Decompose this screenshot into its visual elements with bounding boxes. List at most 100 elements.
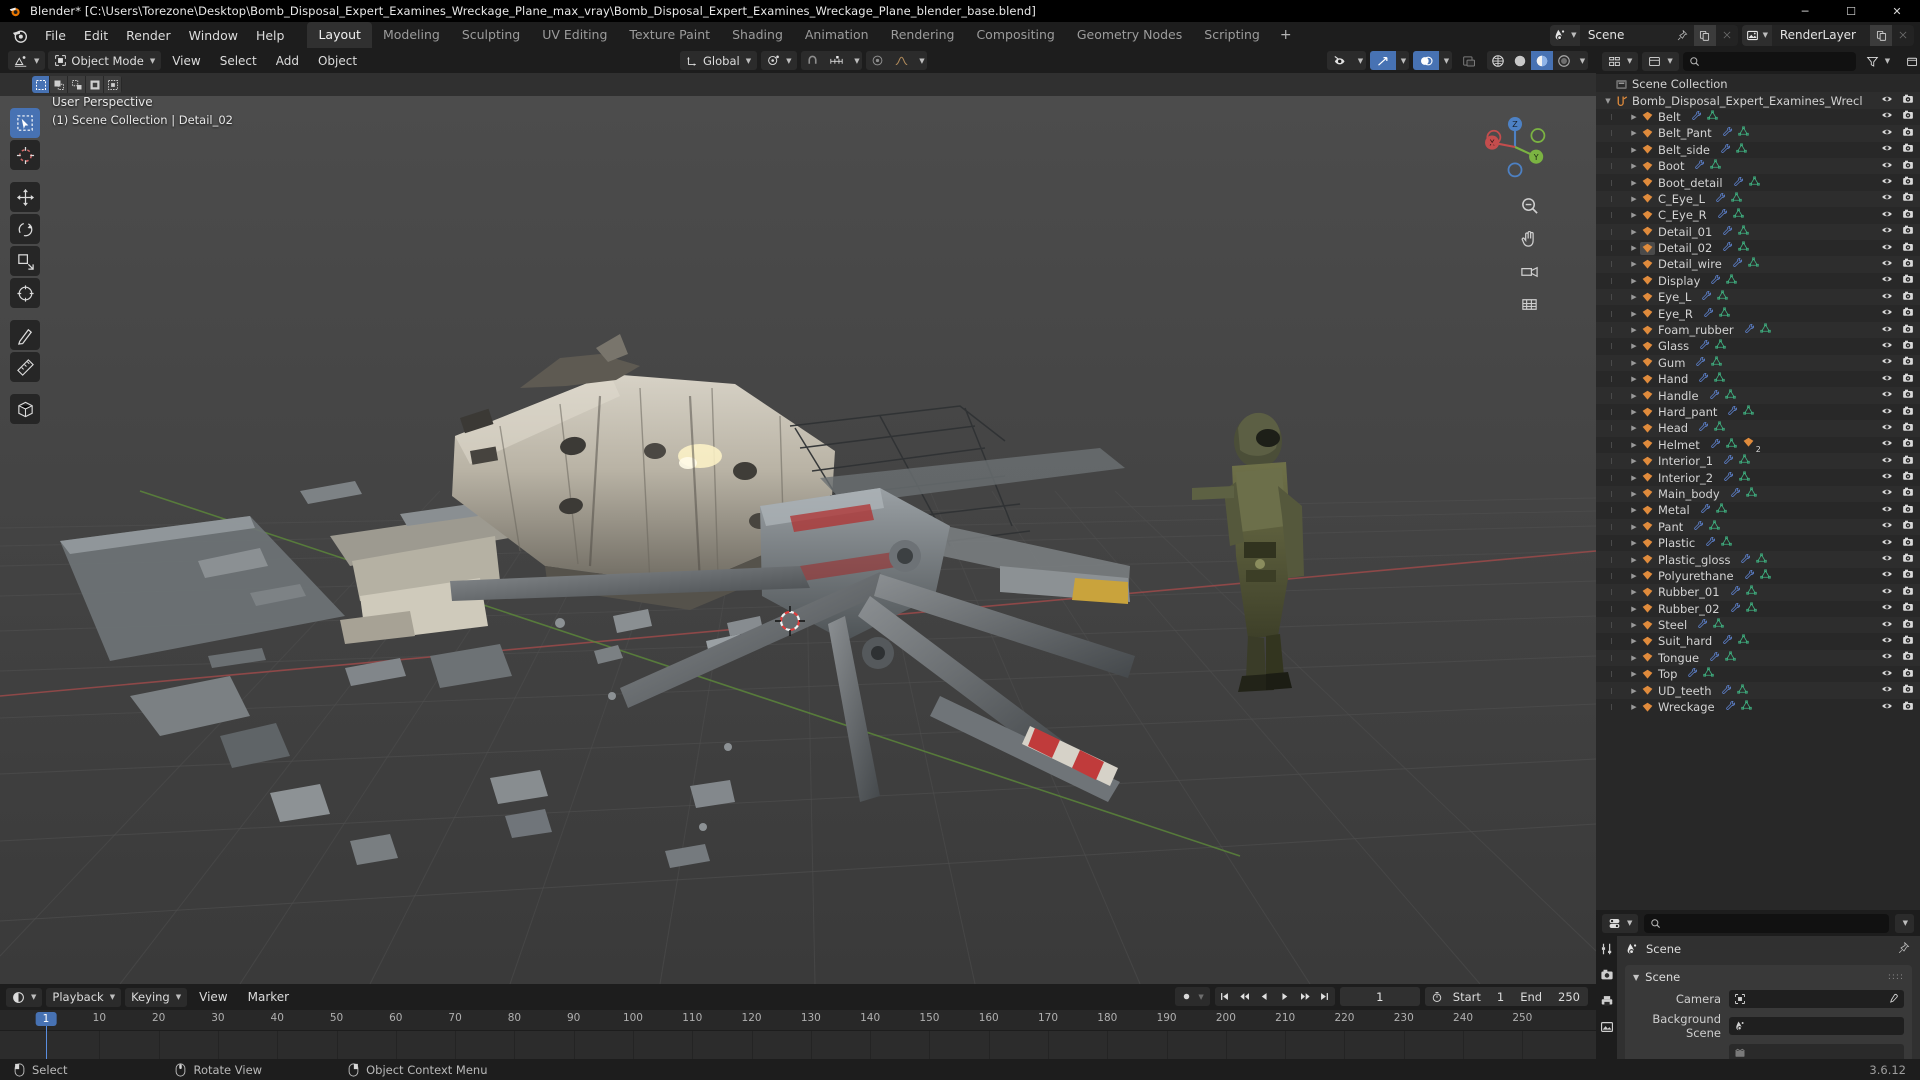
- hide-in-viewport-icon[interactable]: [1881, 109, 1893, 124]
- hide-in-viewport-icon[interactable]: [1881, 273, 1893, 288]
- disable-in-renders-icon[interactable]: [1902, 257, 1914, 272]
- modifier-icon[interactable]: [1698, 421, 1709, 435]
- hide-in-viewport-icon[interactable]: [1881, 306, 1893, 321]
- hide-in-viewport-icon[interactable]: [1881, 634, 1893, 649]
- outliner-row-object[interactable]: ▶ UD_teeth: [1596, 682, 1920, 699]
- outliner-row-object[interactable]: ▶ Head: [1596, 420, 1920, 437]
- outliner-row-object[interactable]: ▶ Detail_wire: [1596, 256, 1920, 273]
- disable-in-renders-icon[interactable]: [1902, 454, 1914, 469]
- modifier-icon[interactable]: [1709, 651, 1720, 665]
- modifier-icon[interactable]: [1720, 143, 1731, 157]
- tab-geometry-nodes[interactable]: Geometry Nodes: [1066, 22, 1193, 48]
- modifier-icon[interactable]: [1722, 634, 1733, 648]
- properties-editor-type-icon[interactable]: ▼: [1602, 913, 1639, 933]
- mesh-data-icon[interactable]: [1738, 634, 1749, 648]
- close-button[interactable]: ✕: [1874, 0, 1920, 22]
- hide-in-viewport-icon[interactable]: [1881, 224, 1893, 239]
- disable-in-renders-icon[interactable]: [1902, 519, 1914, 534]
- pin-id-icon[interactable]: [1898, 941, 1910, 957]
- pin-scene-icon[interactable]: [1671, 24, 1694, 46]
- mesh-data-icon[interactable]: [1748, 175, 1760, 190]
- disable-in-renders-icon[interactable]: [1902, 405, 1914, 420]
- properties-search-input[interactable]: [1666, 916, 1883, 930]
- tab-output-icon[interactable]: [1598, 992, 1615, 1009]
- disable-in-renders-icon[interactable]: [1902, 208, 1914, 223]
- timeline-menu-playback[interactable]: Playback ▼: [46, 987, 122, 1007]
- toggle-ortho-perspective-icon[interactable]: [1516, 291, 1542, 317]
- maximize-button[interactable]: ☐: [1828, 0, 1874, 22]
- outliner-row-object[interactable]: ▶ Boot_detail: [1596, 174, 1920, 190]
- tool-annotate[interactable]: [10, 320, 40, 350]
- disable-in-renders-icon[interactable]: [1902, 486, 1914, 501]
- hide-in-viewport-icon[interactable]: [1881, 208, 1893, 223]
- jump-to-next-keyframe-button[interactable]: [1295, 987, 1315, 1006]
- hide-in-viewport-icon[interactable]: [1881, 437, 1893, 452]
- mesh-data-icon[interactable]: [1726, 438, 1737, 452]
- expand-object-icon[interactable]: ▶: [1628, 441, 1640, 449]
- collection-expand-icon[interactable]: ▼: [1602, 97, 1614, 105]
- expand-object-icon[interactable]: ▶: [1628, 195, 1640, 203]
- outliner-row-object[interactable]: ▶ C_Eye_R: [1596, 207, 1920, 223]
- modifier-icon[interactable]: [1700, 503, 1711, 517]
- show-gizmo-icon[interactable]: [1370, 51, 1396, 70]
- disable-in-renders-icon[interactable]: [1902, 290, 1914, 305]
- disable-in-renders-icon[interactable]: [1902, 241, 1914, 256]
- visibility-dropdown-icon[interactable]: ▼: [1353, 51, 1366, 70]
- hide-in-viewport-icon[interactable]: [1881, 323, 1893, 338]
- tab-sculpting[interactable]: Sculpting: [451, 22, 531, 48]
- outliner-row-object[interactable]: ▶ Belt: [1596, 109, 1920, 125]
- mesh-data-icon[interactable]: [1737, 126, 1749, 140]
- mesh-data-icon[interactable]: [1714, 421, 1725, 435]
- modifier-icon[interactable]: [1722, 126, 1733, 140]
- modifier-icon[interactable]: [1710, 438, 1721, 452]
- tool-select-box[interactable]: [10, 108, 40, 138]
- tab-shading[interactable]: Shading: [721, 22, 794, 48]
- mesh-data-icon[interactable]: [1725, 651, 1736, 665]
- outliner-row-object[interactable]: ▶ Detail_01: [1596, 223, 1920, 240]
- expand-object-icon[interactable]: ▶: [1628, 670, 1640, 678]
- play-reverse-button[interactable]: [1255, 987, 1275, 1006]
- mesh-data-icon[interactable]: [1710, 159, 1722, 173]
- solid-shading-icon[interactable]: [1509, 51, 1531, 70]
- disable-in-renders-icon[interactable]: [1902, 224, 1914, 239]
- show-overlays-icon[interactable]: [1413, 51, 1439, 70]
- hide-in-viewport-icon[interactable]: [1881, 585, 1893, 600]
- outliner-row-object[interactable]: ▶ Gum: [1596, 354, 1920, 372]
- disable-in-renders-icon[interactable]: [1902, 667, 1914, 682]
- hide-in-viewport-icon[interactable]: [1881, 667, 1893, 682]
- mesh-data-icon[interactable]: [1721, 536, 1732, 550]
- disable-in-renders-icon[interactable]: [1902, 618, 1914, 633]
- hide-in-viewport-icon[interactable]: [1881, 683, 1893, 698]
- snap-dropdown-icon[interactable]: ▼: [849, 51, 862, 70]
- mesh-data-icon[interactable]: [1709, 520, 1720, 534]
- disable-in-renders-icon[interactable]: [1902, 437, 1914, 452]
- xray-toggle-icon[interactable]: [1456, 51, 1483, 70]
- expand-object-icon[interactable]: ▶: [1628, 310, 1640, 318]
- disable-in-renders-icon[interactable]: [1902, 372, 1914, 387]
- disable-in-renders-icon[interactable]: [1902, 421, 1914, 436]
- modifier-icon[interactable]: [1687, 667, 1698, 681]
- disable-in-renders-icon[interactable]: [1902, 306, 1914, 321]
- material-preview-shading-icon[interactable]: [1531, 51, 1553, 70]
- timeline-menu-keying[interactable]: Keying ▼: [125, 987, 188, 1007]
- viewlayer-selector[interactable]: ▼ RenderLayer: [1741, 24, 1914, 46]
- disable-in-renders-icon[interactable]: [1902, 700, 1914, 715]
- expand-object-icon[interactable]: ▶: [1628, 260, 1640, 268]
- expand-object-icon[interactable]: ▶: [1628, 457, 1640, 465]
- mesh-data-icon[interactable]: [1719, 307, 1730, 321]
- outliner-row-object[interactable]: ▶ Eye_R: [1596, 305, 1920, 321]
- tool-add-cube[interactable]: [10, 394, 40, 424]
- outliner-row-object[interactable]: ▶ Suit_hard: [1596, 633, 1920, 649]
- rendered-shading-icon[interactable]: [1553, 51, 1575, 70]
- auto-keying-toggle[interactable]: ▼: [1175, 987, 1210, 1006]
- outliner-search-input[interactable]: [1704, 54, 1850, 68]
- modifier-icon[interactable]: [1733, 176, 1744, 190]
- snap-settings-icon[interactable]: [823, 51, 849, 70]
- outliner-row-object[interactable]: ▶ Plastic: [1596, 535, 1920, 551]
- tool-rotate[interactable]: [10, 214, 40, 244]
- hide-in-viewport-icon[interactable]: [1881, 700, 1893, 715]
- timeline-menu-marker[interactable]: Marker: [240, 987, 297, 1007]
- disable-in-renders-icon[interactable]: [1902, 683, 1914, 698]
- hide-in-viewport-icon[interactable]: [1881, 126, 1893, 141]
- mesh-data-icon[interactable]: [1738, 225, 1749, 239]
